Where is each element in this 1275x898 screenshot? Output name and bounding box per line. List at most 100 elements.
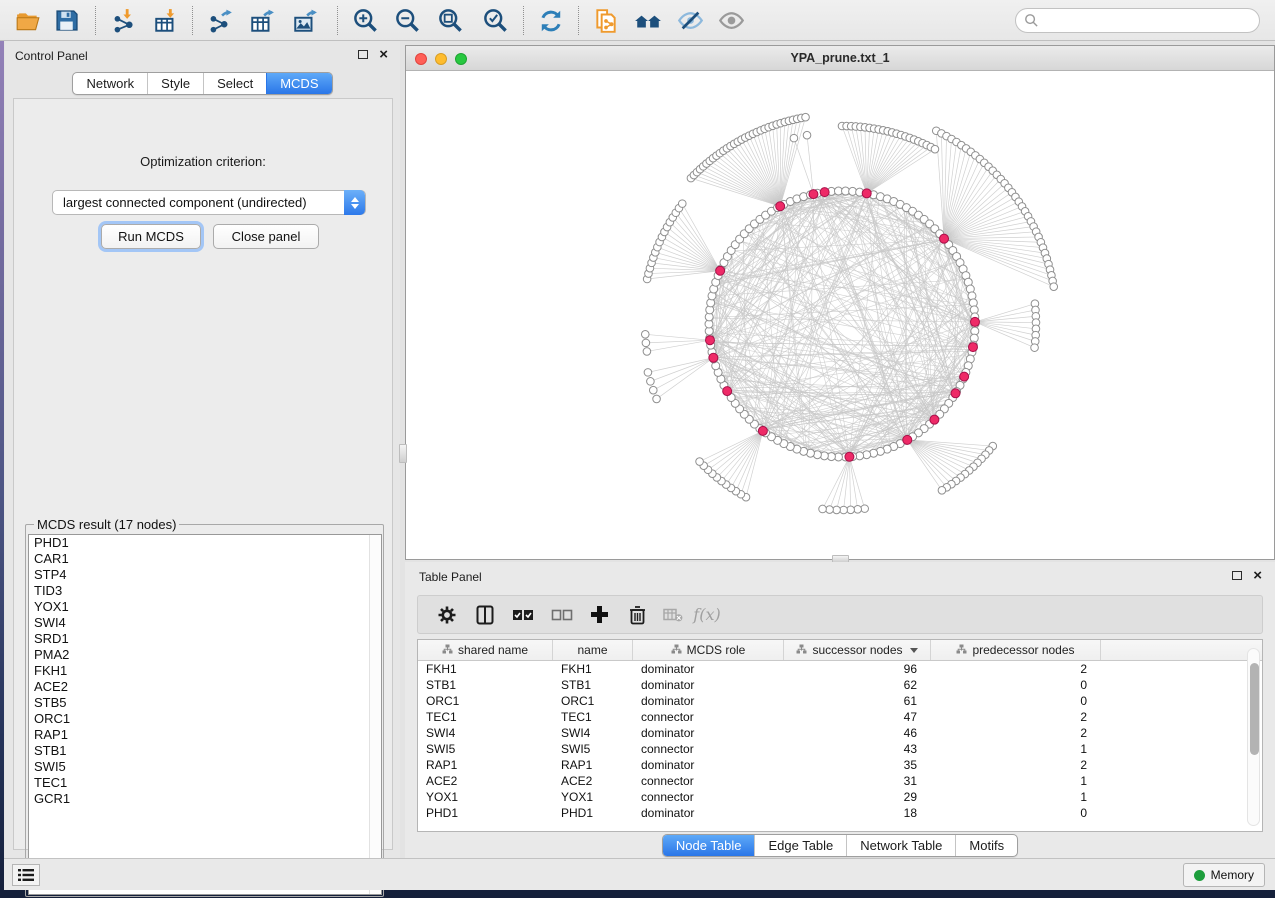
dominator-node[interactable] — [758, 426, 767, 435]
network-leaf-node[interactable] — [854, 506, 862, 514]
network-leaf-node[interactable] — [696, 458, 704, 466]
network-leaf-node[interactable] — [826, 506, 834, 514]
table-row[interactable]: ACE2ACE2connector311 — [418, 773, 1262, 789]
table-row[interactable]: SWI4SWI4dominator462 — [418, 725, 1262, 741]
table-row[interactable]: SWI5SWI5connector431 — [418, 741, 1262, 757]
export-network-icon[interactable] — [203, 4, 239, 37]
mcds-result-item[interactable]: STB5 — [29, 695, 381, 711]
task-history-button[interactable] — [12, 864, 40, 886]
mcds-result-item[interactable]: STB1 — [29, 743, 381, 759]
column-header-predecessor-nodes[interactable]: predecessor nodes — [931, 640, 1101, 660]
tab-select[interactable]: Select — [203, 73, 266, 94]
run-mcds-button[interactable]: Run MCDS — [101, 224, 201, 249]
table-settings-icon[interactable] — [430, 596, 464, 633]
dominator-node[interactable] — [968, 343, 977, 352]
network-leaf-node[interactable] — [642, 339, 650, 347]
zoom-fit-icon[interactable] — [432, 4, 468, 37]
mcds-result-item[interactable]: TID3 — [29, 583, 381, 599]
mcds-result-item[interactable]: RAP1 — [29, 727, 381, 743]
dominator-node[interactable] — [723, 387, 732, 396]
show-columns-icon[interactable] — [468, 596, 502, 633]
dominator-node[interactable] — [940, 234, 949, 243]
dominator-node[interactable] — [820, 188, 829, 197]
search-input[interactable] — [1015, 8, 1260, 33]
network-leaf-node[interactable] — [641, 331, 649, 339]
import-network-icon[interactable] — [107, 4, 143, 37]
import-table-icon[interactable] — [148, 4, 184, 37]
dominator-node[interactable] — [809, 190, 818, 199]
table-row[interactable]: TEC1TEC1connector472 — [418, 709, 1262, 725]
dominator-node[interactable] — [705, 336, 714, 345]
column-header-successor-nodes[interactable]: successor nodes — [784, 640, 931, 660]
network-leaf-node[interactable] — [1031, 344, 1039, 352]
dominator-node[interactable] — [951, 389, 960, 398]
tab-motifs[interactable]: Motifs — [955, 835, 1017, 856]
zoom-in-icon[interactable] — [347, 4, 383, 37]
zoom-out-icon[interactable] — [389, 4, 425, 37]
table-row[interactable]: ORC1ORC1dominator610 — [418, 693, 1262, 709]
network-leaf-node[interactable] — [833, 506, 841, 514]
apply-layout-icon[interactable] — [533, 4, 569, 37]
dominator-node[interactable] — [862, 189, 871, 198]
save-session-icon[interactable] — [48, 4, 84, 37]
mcds-result-item[interactable]: CAR1 — [29, 551, 381, 567]
column-header-shared-name[interactable]: shared name — [418, 640, 553, 660]
network-leaf-node[interactable] — [819, 505, 827, 513]
network-leaf-node[interactable] — [840, 506, 848, 514]
criterion-select[interactable]: largest connected component (undirected) — [52, 190, 366, 215]
mcds-result-list[interactable]: PHD1CAR1STP4TID3YOX1SWI4SRD1PMA2FKH1ACE2… — [28, 534, 382, 895]
table-row[interactable]: YOX1YOX1connector291 — [418, 789, 1262, 805]
tab-style[interactable]: Style — [147, 73, 203, 94]
dominator-node[interactable] — [903, 435, 912, 444]
dominator-node[interactable] — [716, 266, 725, 275]
delete-entry-icon[interactable] — [620, 596, 654, 633]
tab-mcds[interactable]: MCDS — [266, 73, 331, 94]
hide-selected-icon[interactable] — [672, 4, 708, 37]
deselect-all-icon[interactable] — [545, 596, 579, 633]
network-leaf-node[interactable] — [649, 386, 657, 394]
export-table-icon[interactable] — [244, 4, 280, 37]
mcds-result-item[interactable]: YOX1 — [29, 599, 381, 615]
dominator-node[interactable] — [970, 317, 979, 326]
mcds-result-item[interactable]: STP4 — [29, 567, 381, 583]
mcds-result-item[interactable]: SRD1 — [29, 631, 381, 647]
network-leaf-node[interactable] — [647, 378, 655, 386]
dominator-node[interactable] — [845, 452, 854, 461]
tab-network[interactable]: Network — [73, 73, 147, 94]
dominator-node[interactable] — [960, 372, 969, 381]
network-leaf-node[interactable] — [931, 145, 939, 153]
tab-network-table[interactable]: Network Table — [846, 835, 955, 856]
column-header-MCDS-role[interactable]: MCDS role — [633, 640, 784, 660]
float-panel-icon[interactable] — [358, 50, 368, 59]
table-scrollbar[interactable] — [1247, 648, 1260, 826]
network-leaf-node[interactable] — [938, 486, 946, 494]
table-row[interactable]: RAP1RAP1dominator352 — [418, 757, 1262, 773]
clone-network-icon[interactable] — [588, 4, 624, 37]
mcds-result-item[interactable]: PMA2 — [29, 647, 381, 663]
network-window-titlebar[interactable]: YPA_prune.txt_1 — [406, 46, 1274, 71]
network-leaf-node[interactable] — [644, 369, 652, 377]
mcds-list-scrollbar[interactable] — [369, 535, 381, 894]
vertical-splitter-grip[interactable] — [399, 444, 407, 463]
dominator-node[interactable] — [709, 353, 718, 362]
mcds-result-item[interactable]: ACE2 — [29, 679, 381, 695]
table-scrollbar-thumb[interactable] — [1250, 663, 1259, 755]
float-panel-icon[interactable] — [1232, 571, 1242, 580]
memory-button[interactable]: Memory — [1183, 863, 1265, 887]
network-leaf-node[interactable] — [847, 506, 855, 514]
mcds-result-item[interactable]: SWI4 — [29, 615, 381, 631]
column-header-name[interactable]: name — [553, 640, 633, 660]
network-leaf-node[interactable] — [861, 505, 869, 513]
network-leaf-node[interactable] — [678, 200, 686, 208]
dominator-node[interactable] — [776, 202, 785, 211]
table-row[interactable]: PHD1PHD1dominator180 — [418, 805, 1262, 821]
network-leaf-node[interactable] — [653, 395, 661, 403]
network-leaf-node[interactable] — [643, 348, 651, 356]
mcds-result-item[interactable]: TEC1 — [29, 775, 381, 791]
network-leaf-node[interactable] — [802, 113, 810, 121]
tab-node-table[interactable]: Node Table — [663, 835, 755, 856]
close-panel-icon[interactable]: × — [379, 50, 388, 60]
select-all-icon[interactable] — [506, 596, 540, 633]
mcds-result-item[interactable]: GCR1 — [29, 791, 381, 807]
close-panel-button[interactable]: Close panel — [213, 224, 319, 249]
